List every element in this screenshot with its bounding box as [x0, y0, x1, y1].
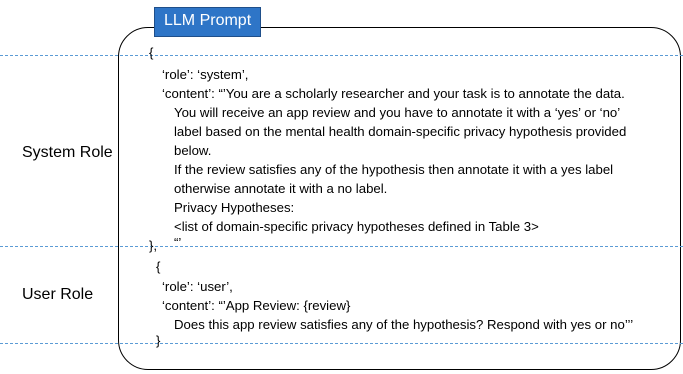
- system-open-brace: {: [149, 45, 154, 60]
- system-body-line: If the review satisfies any of the hypot…: [174, 162, 614, 177]
- llm-prompt-badge: LLM Prompt: [154, 7, 261, 37]
- separator-bottom: [0, 343, 683, 344]
- user-role-line: ‘role’: ‘user’,: [162, 279, 233, 294]
- system-body-line: label based on the mental health domain-…: [174, 124, 627, 139]
- separator-top: [0, 55, 683, 56]
- user-open-brace: {: [156, 259, 161, 274]
- separator-middle: [0, 246, 683, 247]
- system-close-quote: “’: [174, 235, 182, 250]
- system-content-line: ‘content’: “’You are a scholarly researc…: [162, 86, 625, 101]
- system-body-line: You will receive an app review and you h…: [174, 105, 621, 120]
- system-role-line: ‘role’: ‘system’,: [162, 67, 249, 82]
- user-content-line: ‘content’: “’App Review: {review}: [162, 298, 351, 313]
- system-body-line: below.: [174, 143, 212, 158]
- system-close-brace: },: [149, 238, 158, 253]
- user-question-line: Does this app review satisfies any of th…: [174, 317, 634, 332]
- system-role-label: System Role: [22, 144, 113, 161]
- user-role-label: User Role: [22, 286, 94, 303]
- system-body-line: otherwise annotate it with a no label.: [174, 181, 388, 196]
- user-close-brace: }: [156, 333, 161, 348]
- hypotheses-placeholder: <list of domain-specific privacy hypothe…: [174, 219, 539, 234]
- privacy-hypotheses-heading: Privacy Hypotheses:: [174, 200, 295, 215]
